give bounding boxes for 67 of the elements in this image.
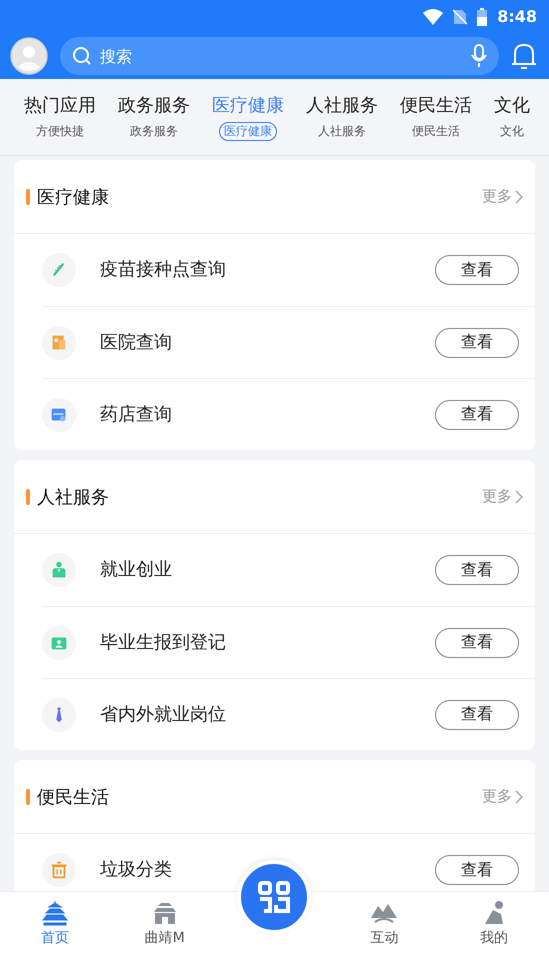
tab-subtitle: 方便快捷 xyxy=(35,123,85,140)
accent-bar xyxy=(26,488,30,504)
nav-label: 曲靖M xyxy=(144,929,185,947)
tab-label: 热门应用 xyxy=(24,94,96,117)
microphone-icon[interactable] xyxy=(471,44,487,68)
chevron-right-icon xyxy=(515,190,523,204)
service-name: 药店查询 xyxy=(100,404,173,426)
search-icon xyxy=(72,46,92,66)
tab-subtitle: 人社服务 xyxy=(317,123,367,140)
nav-label: 首页 xyxy=(40,929,69,947)
view-button[interactable]: 查看 xyxy=(435,628,519,658)
chevron-right-icon xyxy=(515,790,523,804)
tab-subtitle: 便民生活 xyxy=(411,123,461,140)
nav-tab[interactable]: 互动 xyxy=(329,900,440,947)
nav-label: 我的 xyxy=(480,929,508,947)
search-field[interactable]: 搜索 xyxy=(98,46,465,66)
tab-label: 文化 xyxy=(494,94,530,117)
nav-tab[interactable]: 曲靖M xyxy=(110,900,220,947)
store-icon xyxy=(42,398,76,432)
chevron-right-icon xyxy=(515,490,523,504)
tab-label: 人社服务 xyxy=(306,94,378,117)
section-title: 便民生活 xyxy=(37,786,110,808)
tab-subtitle: 文化 xyxy=(499,123,525,140)
view-button[interactable]: 查看 xyxy=(435,255,519,285)
id-card-icon xyxy=(42,626,76,660)
battery-icon xyxy=(477,8,488,26)
avatar-icon[interactable] xyxy=(10,37,48,75)
view-button[interactable]: 查看 xyxy=(435,328,519,358)
view-button[interactable]: 查看 xyxy=(435,855,519,885)
tab-label: 政务服务 xyxy=(118,94,190,117)
category-tab[interactable]: 人社服务 人社服务 xyxy=(306,93,378,141)
service-name: 毕业生报到登记 xyxy=(100,632,227,654)
status-time: 8:48 xyxy=(497,7,537,26)
service-name: 疫苗接种点查询 xyxy=(100,259,227,281)
nav-tab[interactable]: 我的 xyxy=(439,900,549,947)
section-title: 人社服务 xyxy=(37,486,110,508)
section-title: 医疗健康 xyxy=(37,186,110,208)
wifi-icon xyxy=(423,8,444,24)
tab-subtitle: 政务服务 xyxy=(129,123,179,140)
syringe-icon xyxy=(42,253,76,287)
person-icon xyxy=(42,553,76,587)
tie-icon xyxy=(42,698,76,732)
no-sim-icon xyxy=(453,8,468,24)
service-name: 医院查询 xyxy=(100,332,173,354)
search-bar[interactable]: 搜索 xyxy=(60,37,499,75)
service-name: 省内外就业岗位 xyxy=(100,704,227,726)
accent-bar xyxy=(26,188,30,204)
category-tab[interactable]: 热门应用 方便快捷 xyxy=(24,93,96,141)
view-button[interactable]: 查看 xyxy=(435,700,519,730)
nav-label: 互动 xyxy=(370,929,398,947)
building-icon xyxy=(42,326,76,360)
tab-label: 便民生活 xyxy=(400,94,472,117)
tab-label: 医疗健康 xyxy=(212,94,284,117)
tab-subtitle: 医疗健康 xyxy=(219,122,277,141)
view-button[interactable]: 查看 xyxy=(435,400,519,430)
category-tab[interactable]: 便民生活 便民生活 xyxy=(400,93,472,141)
trash-icon xyxy=(42,853,76,887)
view-button[interactable]: 查看 xyxy=(435,555,519,585)
nav-tab[interactable]: 首页 xyxy=(0,900,110,947)
service-name: 就业创业 xyxy=(100,559,173,581)
qr-code-icon xyxy=(257,880,292,914)
service-name: 垃圾分类 xyxy=(100,859,173,881)
accent-bar xyxy=(26,788,30,804)
category-tab[interactable]: 政务服务 政务服务 xyxy=(118,93,190,141)
bell-icon[interactable] xyxy=(511,42,537,70)
category-tab[interactable]: 文化 文化 xyxy=(494,93,530,141)
pagoda-icon xyxy=(40,900,70,926)
